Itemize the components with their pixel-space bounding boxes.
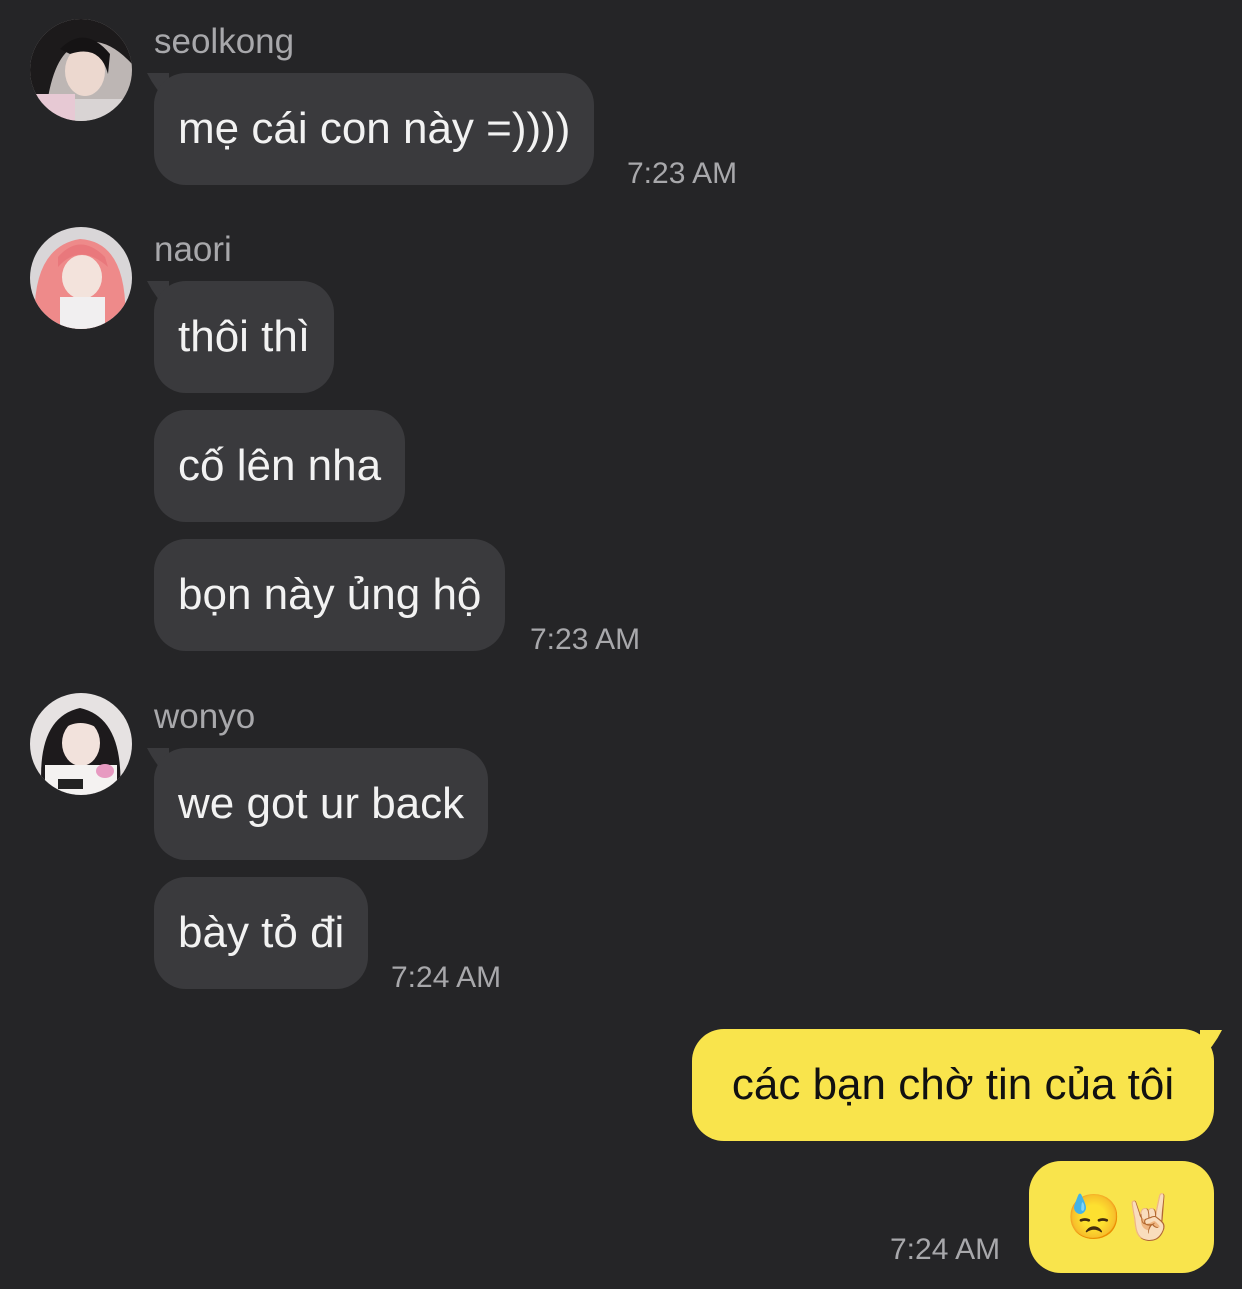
sender-name: naori [154, 230, 232, 269]
message-text: bọn này ủng hộ [178, 570, 482, 619]
message-timestamp: 7:23 AM [627, 157, 738, 190]
message-bubble[interactable]: thôi thì [154, 281, 335, 393]
avatar-seolkong[interactable] [30, 19, 132, 121]
message-bubble-outgoing[interactable]: 😓🤘🏻 [1029, 1161, 1214, 1273]
sender-name: wonyo [154, 697, 256, 736]
message-text: we got ur back [178, 779, 465, 828]
message-timestamp: 7:24 AM [391, 961, 502, 994]
message-bubble[interactable]: cố lên nha [154, 410, 406, 522]
message-text: mẹ cái con này =)))) [178, 104, 571, 153]
message-text: bày tỏ đi [178, 908, 345, 957]
sender-name: seolkong [154, 22, 295, 61]
message-timestamp: 7:23 AM [530, 623, 641, 656]
message-text: cố lên nha [178, 441, 382, 490]
emoji-message: 😓🤘🏻 [1066, 1193, 1177, 1242]
avatar-wonyo[interactable] [30, 693, 132, 795]
message-text: thôi thì [178, 312, 311, 361]
message-bubble[interactable]: bày tỏ đi [154, 877, 369, 989]
message-bubble[interactable]: mẹ cái con này =)))) [154, 73, 595, 185]
message-timestamp: 7:24 AM [890, 1233, 1001, 1266]
message-bubble-outgoing[interactable]: các bạn chờ tin của tôi [692, 1029, 1214, 1141]
message-bubble[interactable]: we got ur back [154, 748, 489, 860]
avatar-naori[interactable] [30, 227, 132, 329]
message-bubble[interactable]: bọn này ủng hộ [154, 539, 506, 651]
message-text: các bạn chờ tin của tôi [731, 1060, 1175, 1109]
